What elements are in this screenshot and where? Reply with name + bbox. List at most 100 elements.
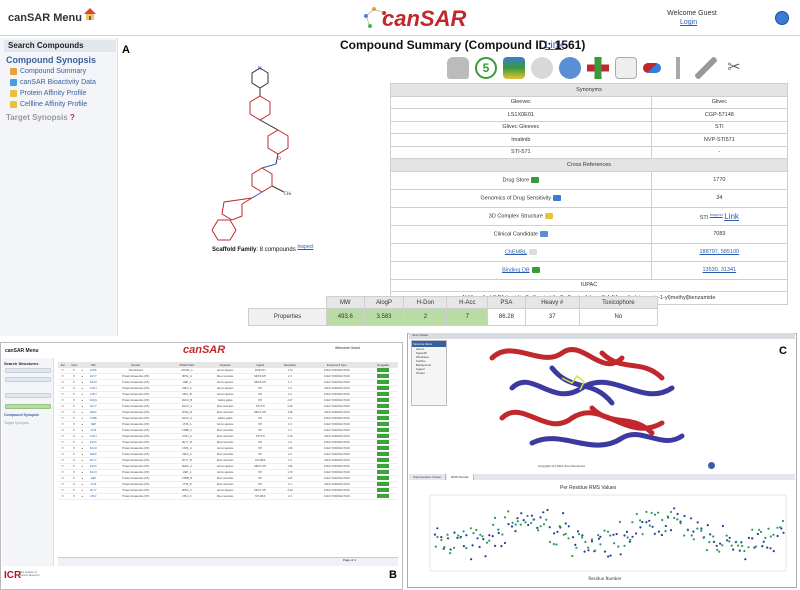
- compound-link[interactable]: Link: [545, 40, 563, 51]
- search-structures-title[interactable]: Search Structures: [4, 361, 38, 366]
- protein-structure-image[interactable]: [452, 338, 728, 464]
- pipette-icon[interactable]: [695, 57, 717, 79]
- svg-text:CH₃: CH₃: [284, 191, 292, 196]
- scatter-point: [756, 532, 759, 536]
- sidebar-item-label: canSAR Bioactivity Data: [20, 79, 96, 86]
- tab-rms-results[interactable]: RMS Results: [447, 474, 474, 480]
- scatter-point: [613, 542, 616, 545]
- panel-b-welcome: Welcome Guest: [335, 346, 360, 350]
- medical-cross-icon[interactable]: [587, 57, 609, 79]
- scatter-point: [587, 546, 590, 549]
- panel-b-target-synopsis[interactable]: Target Synopsis: [4, 421, 29, 425]
- panel-b-menu-title: canSAR Menu: [5, 348, 39, 354]
- scaffold-family: Scaffold Family: 8 compounds Inspect: [212, 244, 314, 253]
- scatter-point: [481, 535, 484, 538]
- scatter-point: [653, 513, 657, 516]
- scatter-point: [744, 558, 747, 561]
- scatter-point: [449, 552, 452, 555]
- scatter-point: [503, 516, 507, 519]
- scatter-point: [558, 525, 561, 528]
- atom-icon[interactable]: [531, 57, 553, 79]
- xref-value: STI Inspect Link: [650, 206, 789, 226]
- hand-icon[interactable]: [447, 57, 469, 79]
- complex-link[interactable]: Link: [724, 212, 739, 221]
- sidebar-item-bioactivity[interactable]: canSAR Bioactivity Data: [10, 78, 96, 88]
- panel-b-logo[interactable]: canSAR: [183, 344, 225, 356]
- scatter-point: [526, 514, 529, 518]
- scatter-point: [603, 550, 607, 553]
- globe-icon[interactable]: [775, 11, 789, 25]
- synonym-cell: Glivec Gleevec: [390, 120, 652, 134]
- filter-button[interactable]: [5, 368, 51, 373]
- table-row[interactable]: ☐ ☐ ▸ 2PL0 Protein kinase-like (PK) 2PL0_C Mus…: [58, 493, 398, 501]
- flask-icon[interactable]: [503, 57, 525, 79]
- rule-of-five-icon[interactable]: 5: [475, 57, 497, 79]
- scatter-point: [603, 529, 606, 532]
- scatter-point: [696, 527, 699, 530]
- chembl-link[interactable]: ChEMBL: [505, 249, 527, 255]
- warning-icon[interactable]: [615, 57, 637, 79]
- scaffold-inspect-link[interactable]: Inspect: [297, 244, 313, 250]
- scatter-point: [612, 533, 615, 536]
- scatter-point: [747, 536, 750, 539]
- table-icon: [10, 100, 17, 108]
- scatter-point: [635, 512, 638, 516]
- xref-label: Genomics of Drug Sensitivity: [390, 188, 652, 208]
- pfam-chain-cell: 2PL0_C: [169, 493, 205, 501]
- property-header: Heavy #: [524, 296, 580, 309]
- sidebar-item-cellline-affinity[interactable]: Cellline Affinity Profile: [10, 100, 87, 110]
- compound-structure-image: N O CH₃: [211, 66, 292, 241]
- target-synopsis-heading[interactable]: Target Synopsis ?: [6, 113, 75, 122]
- superposition-button[interactable]: [5, 393, 51, 398]
- panel-b-compound-synopsis[interactable]: Compound Synopsis: [4, 413, 39, 417]
- home-icon[interactable]: [82, 6, 98, 22]
- molecule-icon[interactable]: [559, 57, 581, 79]
- syringe-icon[interactable]: [667, 57, 689, 79]
- sidebar-item-protein-affinity[interactable]: Protein Affinity Profile: [10, 89, 86, 99]
- search-compounds-header[interactable]: Search Compounds: [4, 40, 116, 52]
- structure-menu: Structure Menu Atoms Spacefill Wireframe…: [411, 340, 447, 406]
- cansar-logo[interactable]: canSAR: [382, 6, 466, 32]
- tab-superposition-viewer[interactable]: Superposition Viewer: [409, 474, 447, 480]
- scatter-point: [599, 543, 602, 546]
- scatter-point: [700, 529, 703, 532]
- reset-view-icon[interactable]: [708, 462, 715, 469]
- compound-icon-toolbar: 5 ✂: [447, 55, 787, 81]
- table-row: Glivec Gleevec STI: [390, 120, 789, 134]
- view-checkbox[interactable]: ☐: [67, 493, 81, 501]
- pill-icon[interactable]: [643, 63, 661, 73]
- scatter-point: [651, 525, 654, 528]
- scatter-point: [536, 526, 539, 529]
- property-value: 37: [524, 308, 580, 326]
- compound-synopsis-heading[interactable]: Compound Synopsis: [6, 55, 96, 65]
- complex-inspect-link[interactable]: Inspect: [710, 212, 723, 217]
- scissors-icon[interactable]: ✂: [723, 57, 745, 79]
- scatter-point: [514, 530, 517, 533]
- iupac-header: IUPAC: [390, 278, 788, 292]
- scatter-point: [575, 546, 578, 549]
- export-button[interactable]: [5, 377, 51, 382]
- scatter-point: [497, 528, 500, 531]
- scatter-point: [446, 537, 450, 540]
- select-checkbox[interactable]: ☐: [58, 493, 68, 501]
- scatter-point: [628, 540, 631, 543]
- drug-store-icon: [531, 176, 540, 183]
- structures-table-body: ☐ ☐ ▸ 1XKK Transcription 1FXRF_A Homo sapiens F…: [58, 368, 398, 501]
- scatter-point: [758, 528, 761, 531]
- scatter-point: [475, 528, 478, 532]
- sidebar-item-compound-summary[interactable]: Compound Summary: [10, 67, 86, 77]
- scatter-point: [648, 519, 651, 522]
- login-link[interactable]: Login: [680, 19, 697, 26]
- menu-item[interactable]: Pocket: [412, 371, 446, 375]
- bindingdb-ids-link[interactable]: 13530, 31341: [703, 267, 737, 273]
- table-row: STI-571-: [390, 145, 789, 159]
- scatter-point: [769, 547, 772, 550]
- scatter-point: [479, 533, 482, 536]
- scatter-point: [766, 546, 769, 549]
- scatter-point: [629, 538, 632, 541]
- svg-text:O: O: [278, 156, 281, 161]
- bindingdb-link[interactable]: Binding DB: [502, 267, 530, 273]
- view-superposition-button[interactable]: [5, 404, 51, 409]
- pdb-link[interactable]: 2PL0: [84, 493, 103, 501]
- chembl-ids-link[interactable]: 188797, 585100: [699, 249, 739, 255]
